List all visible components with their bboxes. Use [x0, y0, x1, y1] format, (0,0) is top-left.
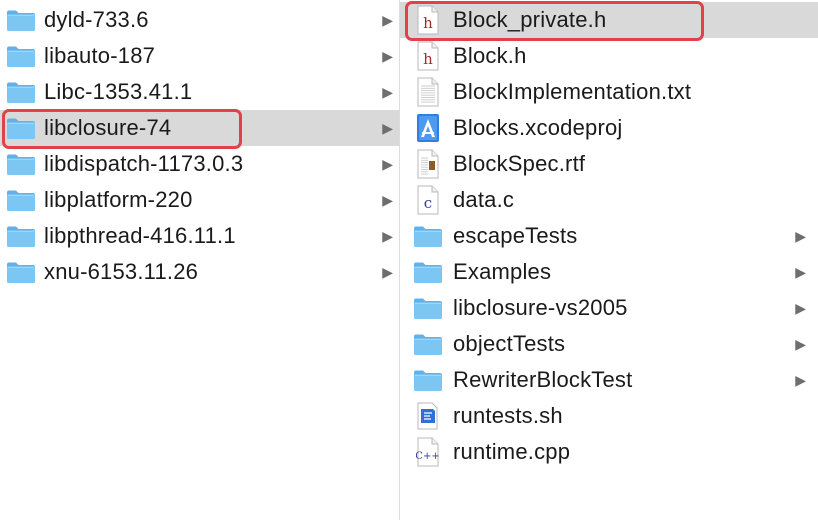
disclosure-chevron-icon[interactable]: ▶	[795, 254, 806, 290]
disclosure-chevron-icon[interactable]: ▶	[795, 362, 806, 398]
folder-row[interactable]: objectTests ▶	[400, 326, 818, 362]
file-row[interactable]: h Block_private.h	[400, 2, 818, 38]
folder-row[interactable]: libclosure-74 ▶	[0, 110, 399, 146]
item-label: runtime.cpp	[453, 439, 571, 464]
folder-row[interactable]: RewriterBlockTest ▶	[400, 362, 818, 398]
item-label: libauto-187	[44, 43, 156, 68]
folder-icon	[4, 38, 38, 74]
folder-icon	[4, 218, 38, 254]
file-row[interactable]: Blocks.xcodeproj	[400, 110, 818, 146]
folder-row[interactable]: dyld-733.6 ▶	[0, 2, 399, 38]
disclosure-chevron-icon[interactable]: ▶	[382, 254, 393, 290]
svg-text:h: h	[423, 50, 433, 68]
folder-row[interactable]: Examples ▶	[400, 254, 818, 290]
folder-icon	[411, 218, 445, 254]
disclosure-chevron-icon[interactable]: ▶	[795, 290, 806, 326]
disclosure-chevron-icon[interactable]: ▶	[382, 146, 393, 182]
file-row[interactable]: BlockImplementation.txt	[400, 74, 818, 110]
item-label: Libc-1353.41.1	[44, 79, 193, 104]
folder-row[interactable]: libpthread-416.11.1 ▶	[0, 218, 399, 254]
file-row[interactable]: C++ runtime.cpp	[400, 434, 818, 470]
folder-icon	[411, 290, 445, 326]
item-label: BlockImplementation.txt	[453, 79, 692, 104]
item-label: data.c	[453, 187, 515, 212]
disclosure-chevron-icon[interactable]: ▶	[382, 218, 393, 254]
disclosure-chevron-icon[interactable]: ▶	[382, 38, 393, 74]
folder-icon	[4, 182, 38, 218]
c-source-file-icon: c	[411, 182, 445, 218]
item-label: Block.h	[453, 43, 527, 68]
cpp-source-file-icon: C++	[411, 434, 445, 470]
svg-text:h: h	[423, 14, 433, 32]
file-row[interactable]: c data.c	[400, 182, 818, 218]
disclosure-chevron-icon[interactable]: ▶	[795, 218, 806, 254]
item-label: Block_private.h	[453, 7, 607, 32]
item-label: Blocks.xcodeproj	[453, 115, 623, 140]
folder-row[interactable]: Libc-1353.41.1 ▶	[0, 74, 399, 110]
item-label: libplatform-220	[44, 187, 193, 212]
item-label: runtests.sh	[453, 403, 563, 428]
folder-row[interactable]: libauto-187 ▶	[0, 38, 399, 74]
item-label: libdispatch-1173.0.3	[44, 151, 244, 176]
right-column: h Block_private.h h Block.h BlockImplementat…	[400, 0, 818, 520]
item-label: BlockSpec.rtf	[453, 151, 586, 176]
item-label: objectTests	[453, 331, 566, 356]
item-label: dyld-733.6	[44, 7, 149, 32]
folder-icon	[411, 254, 445, 290]
shell-script-icon	[411, 398, 445, 434]
svg-text:C++: C++	[416, 451, 440, 462]
h-header-file-icon: h	[411, 2, 445, 38]
folder-row[interactable]: libclosure-vs2005 ▶	[400, 290, 818, 326]
item-label: RewriterBlockTest	[453, 367, 633, 392]
folder-icon	[4, 74, 38, 110]
folder-icon	[4, 146, 38, 182]
item-label: Examples	[453, 259, 552, 284]
text-document-icon	[411, 74, 445, 110]
file-row[interactable]: BlockSpec.rtf	[400, 146, 818, 182]
file-row[interactable]: runtests.sh	[400, 398, 818, 434]
item-label: libclosure-74	[44, 115, 172, 140]
disclosure-chevron-icon[interactable]: ▶	[382, 110, 393, 146]
h-header-file-icon: h	[411, 38, 445, 74]
item-label: xnu-6153.11.26	[44, 259, 199, 284]
folder-icon	[411, 326, 445, 362]
folder-icon	[411, 362, 445, 398]
folder-row[interactable]: libdispatch-1173.0.3 ▶	[0, 146, 399, 182]
disclosure-chevron-icon[interactable]: ▶	[382, 182, 393, 218]
disclosure-chevron-icon[interactable]: ▶	[795, 326, 806, 362]
disclosure-chevron-icon[interactable]: ▶	[382, 2, 393, 38]
item-label: libclosure-vs2005	[453, 295, 628, 320]
folder-row[interactable]: xnu-6153.11.26 ▶	[0, 254, 399, 290]
folder-icon	[4, 110, 38, 146]
folder-row[interactable]: escapeTests ▶	[400, 218, 818, 254]
file-row[interactable]: h Block.h	[400, 38, 818, 74]
item-label: escapeTests	[453, 223, 578, 248]
folder-icon	[4, 2, 38, 38]
left-column: dyld-733.6 ▶ libauto-187 ▶ Libc-1353.41.1 ▶ li…	[0, 0, 399, 520]
disclosure-chevron-icon[interactable]: ▶	[382, 74, 393, 110]
svg-text:c: c	[424, 194, 432, 212]
folder-icon	[4, 254, 38, 290]
xcode-project-icon	[411, 110, 445, 146]
folder-row[interactable]: libplatform-220 ▶	[0, 182, 399, 218]
item-label: libpthread-416.11.1	[44, 223, 236, 248]
rtf-document-icon	[411, 146, 445, 182]
